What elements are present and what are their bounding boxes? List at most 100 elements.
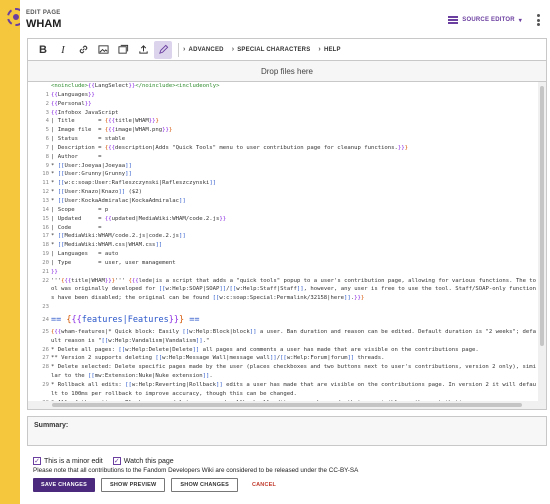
line-number: 17 <box>42 233 49 240</box>
line-number: 28 <box>42 364 49 371</box>
upload-icon[interactable] <box>134 41 152 59</box>
line-number: 3 <box>45 109 49 116</box>
show-changes-button[interactable]: SHOW CHANGES <box>171 478 238 492</box>
more-options-icon[interactable] <box>536 14 540 26</box>
toolbar-group-special-characters[interactable]: › SPECIAL CHARACTERS <box>232 46 311 53</box>
show-preview-button[interactable]: SHOW PREVIEW <box>101 478 166 492</box>
line-number: 10 <box>42 171 49 178</box>
code-line: 26 * Delete all pages: [[w:Help:Delete|De… <box>28 346 538 355</box>
line-number: 27 <box>42 355 49 362</box>
line-text: {{Languages}} <box>51 91 95 98</box>
chevron-right-icon: › <box>318 46 321 53</box>
edit-page-label: EDIT PAGE <box>26 10 61 16</box>
line-text: * [[w:c:soap:User:Rafleszczynski|Raflesz… <box>51 180 217 187</box>
code-line: 1 {{Languages}} <box>28 91 538 100</box>
line-number: 14 <box>42 206 49 213</box>
code-line: <noinclude>{{LangSelect}}</noinclude><in… <box>28 82 538 91</box>
line-text: | Image file = {{{image|WHAM.png}}} <box>51 127 173 134</box>
code-line: 20 | Type = user, user management <box>28 259 538 268</box>
code-line: 29 * Rollback all edits: [[w:Help:Reverti… <box>28 381 538 399</box>
save-changes-button[interactable]: SAVE CHANGES <box>33 478 95 492</box>
editor-panel: EDIT PAGE WHAM SOURCE EDITOR ▾ B I › ADV… <box>20 0 550 504</box>
line-number: 4 <box>45 118 49 125</box>
line-number: 23 <box>42 304 49 311</box>
code-line: 15 | Updated = {{updated|MediaWiki:WHAM/c… <box>28 215 538 224</box>
line-number: 12 <box>42 189 49 196</box>
vertical-scrollbar[interactable] <box>538 82 546 402</box>
code-line: 6 | Status = stable <box>28 135 538 144</box>
link-icon[interactable] <box>74 41 92 59</box>
code-line: 25 {{{wham-features|* Quick block: Easily… <box>28 328 538 346</box>
chevron-right-icon: › <box>231 46 235 53</box>
horizontal-scrollbar[interactable] <box>28 401 546 409</box>
line-text: * [[MediaWiki:WHAM/code.2.js|code.2.js]] <box>51 233 186 240</box>
code-line: 13 * [[User:KockaAdmiralac|KockaAdmiralac… <box>28 197 538 206</box>
bold-button[interactable]: B <box>34 41 52 59</box>
minor-edit-label: This is a minor edit <box>44 457 103 465</box>
line-text: | Title = {{{title|WHAM}}} <box>51 118 159 125</box>
code-line: 8 | Author = <box>28 153 538 162</box>
code-line: 9 * [[User:Joeyaa|Joeyaa]] <box>28 162 538 171</box>
line-text: {{Infobox JavaScript <box>51 109 119 116</box>
page-title: WHAM <box>26 18 62 30</box>
watch-page-checkbox[interactable]: ✓ <box>112 457 121 465</box>
line-number: 2 <box>45 100 49 107</box>
code-line: 23 <box>28 303 538 312</box>
line-number: 15 <box>42 215 49 222</box>
line-text: * Delete all pages: [[w:Help:Delete|Dele… <box>51 346 479 353</box>
line-number: 6 <box>45 136 49 143</box>
line-text: * [[User:Knazo|Knazo]] ($2) <box>51 189 142 196</box>
line-number: 13 <box>42 197 49 204</box>
toolbar-group-help[interactable]: › HELP <box>318 46 340 53</box>
code-content: <noinclude>{{LangSelect}}</noinclude><in… <box>28 82 538 409</box>
line-number: 9 <box>45 162 49 169</box>
source-editor-label: SOURCE EDITOR <box>462 17 515 23</box>
watch-page-label: Watch this page <box>123 457 174 465</box>
chevron-down-icon: ▾ <box>518 17 522 24</box>
editor-icon <box>448 16 459 24</box>
code-line: 4 | Title = {{{title|WHAM}}} <box>28 117 538 126</box>
line-number: 19 <box>42 251 49 258</box>
code-line: 11 * [[w:c:soap:User:Rafleszczynski|Rafle… <box>28 179 538 188</box>
source-textarea[interactable]: <noinclude>{{LangSelect}}</noinclude><in… <box>27 82 547 410</box>
line-number: 24 <box>42 316 49 323</box>
summary-box[interactable]: Summary: <box>27 416 547 446</box>
line-text: * [[User:KockaAdmiralac|KockaAdmiralac]] <box>51 197 186 204</box>
line-number: 20 <box>42 259 49 266</box>
cancel-button[interactable]: CANCEL <box>244 478 284 492</box>
image-icon[interactable] <box>94 41 112 59</box>
code-line: 28 * Delete selected: Delete specific pag… <box>28 363 538 381</box>
line-text: {{{wham-features|* Quick block: Easily [… <box>51 328 537 344</box>
line-text: | Code = <box>51 224 102 231</box>
line-text: '''{{{title|WHAM}}}''' {{{lede|is a scri… <box>51 277 537 302</box>
line-number: 22 <box>42 277 49 284</box>
line-text: * Rollback all edits: [[w:Help:Reverting… <box>51 382 536 397</box>
code-line: 22 '''{{{title|WHAM}}}''' {{{lede|is a sc… <box>28 277 538 304</box>
line-text: | Updated = {{updated|MediaWiki:WHAM/cod… <box>51 215 227 222</box>
line-number: 11 <box>42 180 49 187</box>
source-editor-dropdown[interactable]: SOURCE EDITOR ▾ <box>448 16 522 24</box>
code-line: 14 | Scope = p <box>28 206 538 215</box>
code-line: 21}} <box>28 268 538 277</box>
code-line: 3 {{Infobox JavaScript <box>28 109 538 118</box>
line-text: | Description = {{{description|Adds "Qui… <box>51 144 409 151</box>
license-notice: Please note that all contributions to th… <box>33 467 359 474</box>
line-number: 26 <box>42 346 49 353</box>
line-text: | Author = <box>51 153 102 160</box>
gallery-icon[interactable] <box>114 41 132 59</box>
line-text: == {{{features|Features}}} == <box>51 314 200 325</box>
line-text: ** Version 2 supports deleting [[w:Help:… <box>51 355 385 362</box>
code-line: 10 * [[User:Grunny|Grunny]] <box>28 170 538 179</box>
line-text: | Status = stable <box>51 136 126 143</box>
drop-files-zone[interactable]: Drop files here <box>27 60 547 82</box>
italic-button[interactable]: I <box>54 41 72 59</box>
syntax-highlight-icon[interactable] <box>154 40 172 59</box>
code-line: 2 {{Personal}} <box>28 100 538 109</box>
code-line: 18 * [[MediaWiki:WHAM.css|WHAM.css]] <box>28 241 538 250</box>
line-number: 18 <box>42 242 49 249</box>
minor-edit-checkbox[interactable]: ✓ <box>33 457 41 465</box>
code-line: 17 * [[MediaWiki:WHAM/code.2.js|code.2.js… <box>28 232 538 241</box>
code-line: 12 * [[User:Knazo|Knazo]] ($2) <box>28 188 538 197</box>
toolbar-group-advanced[interactable]: › ADVANCED <box>183 46 224 53</box>
line-text: * [[User:Grunny|Grunny]] <box>51 171 132 178</box>
